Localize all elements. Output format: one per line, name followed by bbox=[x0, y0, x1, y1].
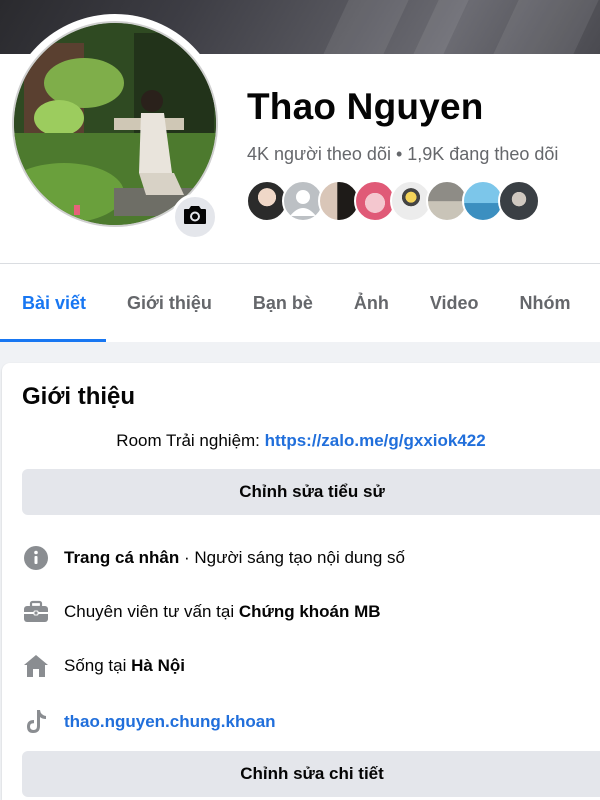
detail-row-page-type: Trang cá nhân · Người sáng tạo nội dung … bbox=[22, 543, 405, 573]
change-photo-button[interactable] bbox=[172, 194, 218, 240]
briefcase-icon bbox=[22, 598, 50, 626]
follower-stats[interactable]: 4K người theo dõi • 1,9K đang theo dõi bbox=[247, 144, 558, 165]
detail-row-work: Chuyên viên tư vấn tại Chứng khoán MB bbox=[22, 597, 381, 627]
detail-text: · Người sáng tạo nội dung số bbox=[179, 548, 405, 567]
edit-details-button[interactable]: Chỉnh sửa chi tiết bbox=[22, 751, 600, 797]
tiktok-icon bbox=[22, 708, 50, 736]
tab-posts[interactable]: Bài viết bbox=[0, 264, 107, 342]
tab-photos[interactable]: Ảnh bbox=[354, 264, 389, 342]
friend-avatars bbox=[246, 180, 540, 222]
detail-text: Chuyên viên tư vấn tại bbox=[64, 602, 239, 621]
detail-row-city: Sống tại Hà Nội bbox=[22, 651, 185, 681]
city-link[interactable]: Hà Nội bbox=[131, 656, 185, 675]
tab-about[interactable]: Giới thiệu bbox=[127, 264, 212, 342]
detail-bold: Trang cá nhân bbox=[64, 548, 180, 567]
home-icon bbox=[22, 652, 50, 680]
profile-tabs: Bài viết Giới thiệu Bạn bè Ảnh Video Nhó… bbox=[0, 264, 600, 342]
tab-friends[interactable]: Bạn bè bbox=[253, 264, 313, 342]
profile-picture-frame bbox=[5, 14, 225, 240]
workplace-link[interactable]: Chứng khoán MB bbox=[239, 602, 381, 621]
intro-card: Giới thiệu Room Trải nghiệm: https://zal… bbox=[2, 363, 600, 800]
profile-name: Thao Nguyen bbox=[247, 86, 484, 127]
tiktok-link[interactable]: thao.nguyen.chung.khoan bbox=[64, 712, 276, 732]
intro-title: Giới thiệu bbox=[22, 383, 136, 410]
info-icon bbox=[22, 544, 50, 572]
tab-video[interactable]: Video bbox=[430, 264, 479, 342]
bio-text: Room Trải nghiệm: bbox=[116, 431, 265, 450]
tab-groups[interactable]: Nhóm bbox=[520, 264, 571, 342]
detail-row-tiktok: thao.nguyen.chung.khoan bbox=[22, 707, 276, 737]
bio: Room Trải nghiệm: https://zalo.me/g/gxxi… bbox=[2, 431, 600, 451]
friend-avatar[interactable] bbox=[498, 180, 540, 222]
detail-text: Sống tại bbox=[64, 656, 132, 675]
camera-icon bbox=[183, 205, 207, 230]
bio-link[interactable]: https://zalo.me/g/gxxiok422 bbox=[265, 431, 486, 450]
edit-bio-button[interactable]: Chỉnh sửa tiểu sử bbox=[22, 469, 600, 515]
